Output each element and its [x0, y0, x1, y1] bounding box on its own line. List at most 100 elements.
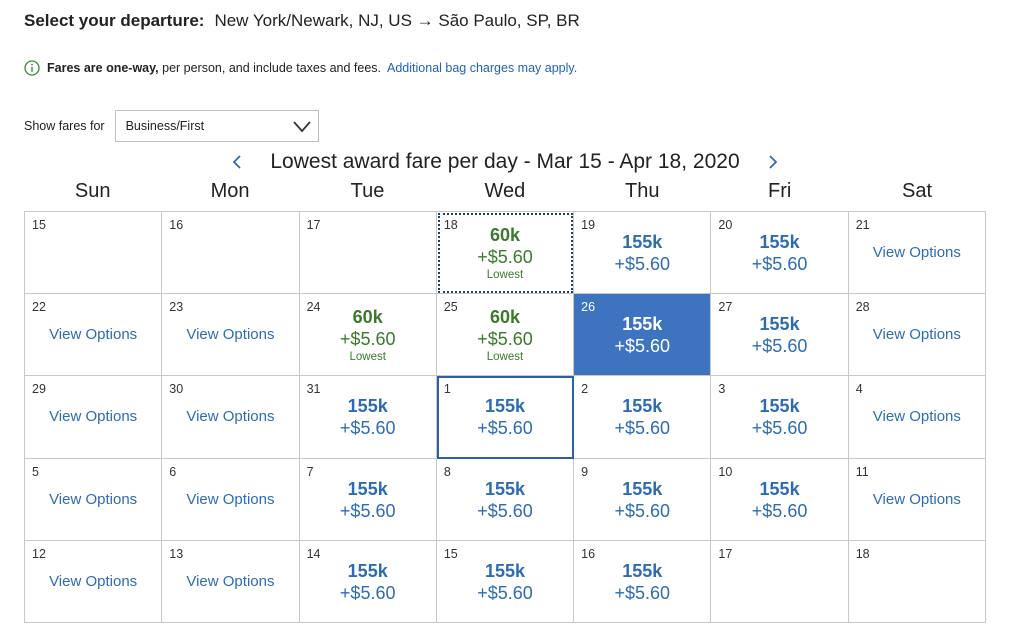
fare-miles: 155k	[347, 396, 388, 417]
fare-miles: 60k	[489, 225, 521, 245]
view-options-link[interactable]: View Options	[25, 491, 161, 508]
day-of-week-label: Sat	[902, 180, 933, 202]
departure-header: Select your departure: New York/Newark, N…	[24, 9, 580, 33]
calendar-day-cell[interactable]: 28 View Options	[848, 294, 986, 377]
fare-info: 60k +$5.60 Lowest	[437, 306, 573, 364]
view-options-link[interactable]: View Options	[162, 573, 298, 590]
notice-text: per person, and include taxes and fees.	[158, 61, 382, 75]
calendar-day-cell[interactable]: 11 View Options	[848, 458, 986, 541]
calendar-day-cell[interactable]: 9 155k +$5.60	[574, 458, 712, 541]
calendar-day-cell[interactable]: 20 155k +$5.60	[711, 212, 849, 295]
day-of-week-label: Mon	[210, 180, 250, 202]
cabin-select-value: Business/First	[125, 119, 205, 133]
day-number: 15	[32, 218, 46, 232]
view-options-link[interactable]: View Options	[849, 408, 985, 425]
fare-info: 155k +$5.60	[711, 231, 847, 275]
fare-tax: +$5.60	[339, 418, 396, 439]
calendar-day-cell[interactable]: 3 155k +$5.60	[711, 376, 849, 459]
fare-info: 155k +$5.60	[574, 395, 710, 439]
fare-miles: 155k	[484, 396, 526, 417]
view-options-link[interactable]: View Options	[25, 573, 161, 590]
calendar-day-cell[interactable]: 10 155k +$5.60	[711, 458, 849, 541]
fare-tax: +$5.60	[614, 254, 671, 274]
view-options-link[interactable]: View Options	[849, 491, 985, 508]
notice-bold-text: Fares are one-way,	[47, 61, 159, 75]
day-of-week-header: Sun Mon Tue Wed Thu Fri Sat	[24, 176, 986, 206]
day-number: 14	[306, 546, 321, 561]
day-of-week-label: Fri	[767, 180, 792, 202]
fare-calendar-grid: 15 16 17 18 60k +$5.60 Lowest 19 155k +$5.60 20 155…	[24, 211, 986, 623]
fare-miles: 155k	[759, 232, 800, 252]
calendar-day-cell[interactable]: 5 View Options	[25, 458, 163, 541]
cabin-select[interactable]: Business/First	[114, 110, 319, 142]
calendar-day-cell[interactable]: 26 155k +$5.60	[574, 294, 712, 377]
day-number: 20	[718, 218, 733, 232]
calendar-day-cell[interactable]: 4 View Options	[848, 376, 986, 459]
lowest-badge: Lowest	[349, 351, 386, 364]
fare-tax: +$5.60	[751, 254, 808, 274]
calendar-day-cell[interactable]: 23 View Options	[162, 294, 300, 377]
day-number: 31	[306, 382, 321, 397]
calendar-day-cell[interactable]: 13 View Options	[162, 540, 300, 623]
show-fares-filter: Show fares for Business/First	[24, 109, 319, 143]
view-options-link[interactable]: View Options	[849, 326, 985, 343]
view-options-link[interactable]: View Options	[162, 408, 298, 425]
fare-info: 155k +$5.60	[574, 478, 710, 522]
fare-info: 155k +$5.60	[574, 231, 710, 275]
day-number: 23	[169, 300, 184, 315]
calendar-day-cell[interactable]: 6 View Options	[162, 458, 300, 541]
calendar-day-cell[interactable]: 16 155k +$5.60	[574, 540, 712, 623]
day-number: 1	[443, 382, 451, 397]
calendar-day-cell[interactable]: 8 155k +$5.60	[436, 458, 575, 541]
fare-tax: +$5.60	[477, 418, 533, 439]
fare-info: 60k +$5.60 Lowest	[300, 306, 436, 364]
bag-charges-link[interactable]: Additional bag charges may apply.	[387, 61, 577, 75]
day-of-week-label: Tue	[350, 180, 385, 202]
calendar-day-cell[interactable]: 18 60k +$5.60 Lowest	[436, 212, 575, 295]
fare-tax: +$5.60	[614, 500, 671, 521]
calendar-title: Lowest award fare per day - Mar 15 - Apr…	[270, 150, 740, 173]
calendar-day-cell[interactable]: 27 155k +$5.60	[711, 294, 849, 377]
calendar-day-cell: 18	[848, 540, 986, 623]
calendar-day-cell[interactable]: 19 155k +$5.60	[574, 212, 712, 295]
fare-miles: 60k	[352, 307, 383, 328]
day-number: 19	[581, 218, 596, 232]
info-icon	[24, 60, 40, 76]
fare-tax: +$5.60	[751, 500, 808, 521]
calendar-day-cell[interactable]: 24 60k +$5.60 Lowest	[299, 294, 437, 377]
calendar-day-cell[interactable]: 1 155k +$5.60	[436, 376, 575, 459]
view-options-link[interactable]: View Options	[25, 326, 161, 343]
day-number: 5	[32, 464, 39, 479]
chevron-right-icon[interactable]	[766, 153, 780, 171]
view-options-link[interactable]: View Options	[25, 408, 161, 425]
day-number: 17	[306, 218, 321, 232]
calendar-day-cell[interactable]: 22 View Options	[25, 294, 163, 377]
fare-miles: 155k	[484, 478, 526, 499]
fare-info: 155k +$5.60	[300, 395, 436, 439]
fare-miles: 155k	[622, 314, 663, 335]
view-options-link[interactable]: View Options	[162, 491, 298, 508]
calendar-day-cell[interactable]: 21 View Options	[848, 212, 986, 295]
calendar-day-cell[interactable]: 15 155k +$5.60	[436, 540, 575, 623]
calendar-day-cell[interactable]: 25 60k +$5.60 Lowest	[436, 294, 575, 377]
day-number: 29	[32, 382, 46, 397]
calendar-day-cell[interactable]: 7 155k +$5.60	[299, 458, 437, 541]
fare-miles: 155k	[622, 232, 663, 252]
day-number: 4	[855, 382, 863, 397]
view-options-link[interactable]: View Options	[849, 244, 985, 261]
fare-tax: +$5.60	[339, 500, 396, 521]
calendar-day-cell[interactable]: 14 155k +$5.60	[299, 540, 437, 623]
fare-tax: +$5.60	[477, 500, 533, 521]
fare-miles: 155k	[484, 560, 526, 581]
fare-tax: +$5.60	[614, 582, 671, 603]
calendar-day-cell[interactable]: 31 155k +$5.60	[299, 376, 437, 459]
fare-info: 155k +$5.60	[574, 313, 710, 357]
view-options-link[interactable]: View Options	[162, 326, 298, 343]
day-number: 13	[169, 546, 184, 561]
calendar-day-cell[interactable]: 30 View Options	[162, 376, 300, 459]
chevron-left-icon[interactable]	[230, 153, 244, 171]
calendar-day-cell[interactable]: 29 View Options	[25, 376, 163, 459]
calendar-day-cell[interactable]: 2 155k +$5.60	[574, 376, 712, 459]
fare-notice: Fares are one-way, per person, and inclu…	[24, 58, 577, 78]
calendar-day-cell[interactable]: 12 View Options	[25, 540, 163, 623]
